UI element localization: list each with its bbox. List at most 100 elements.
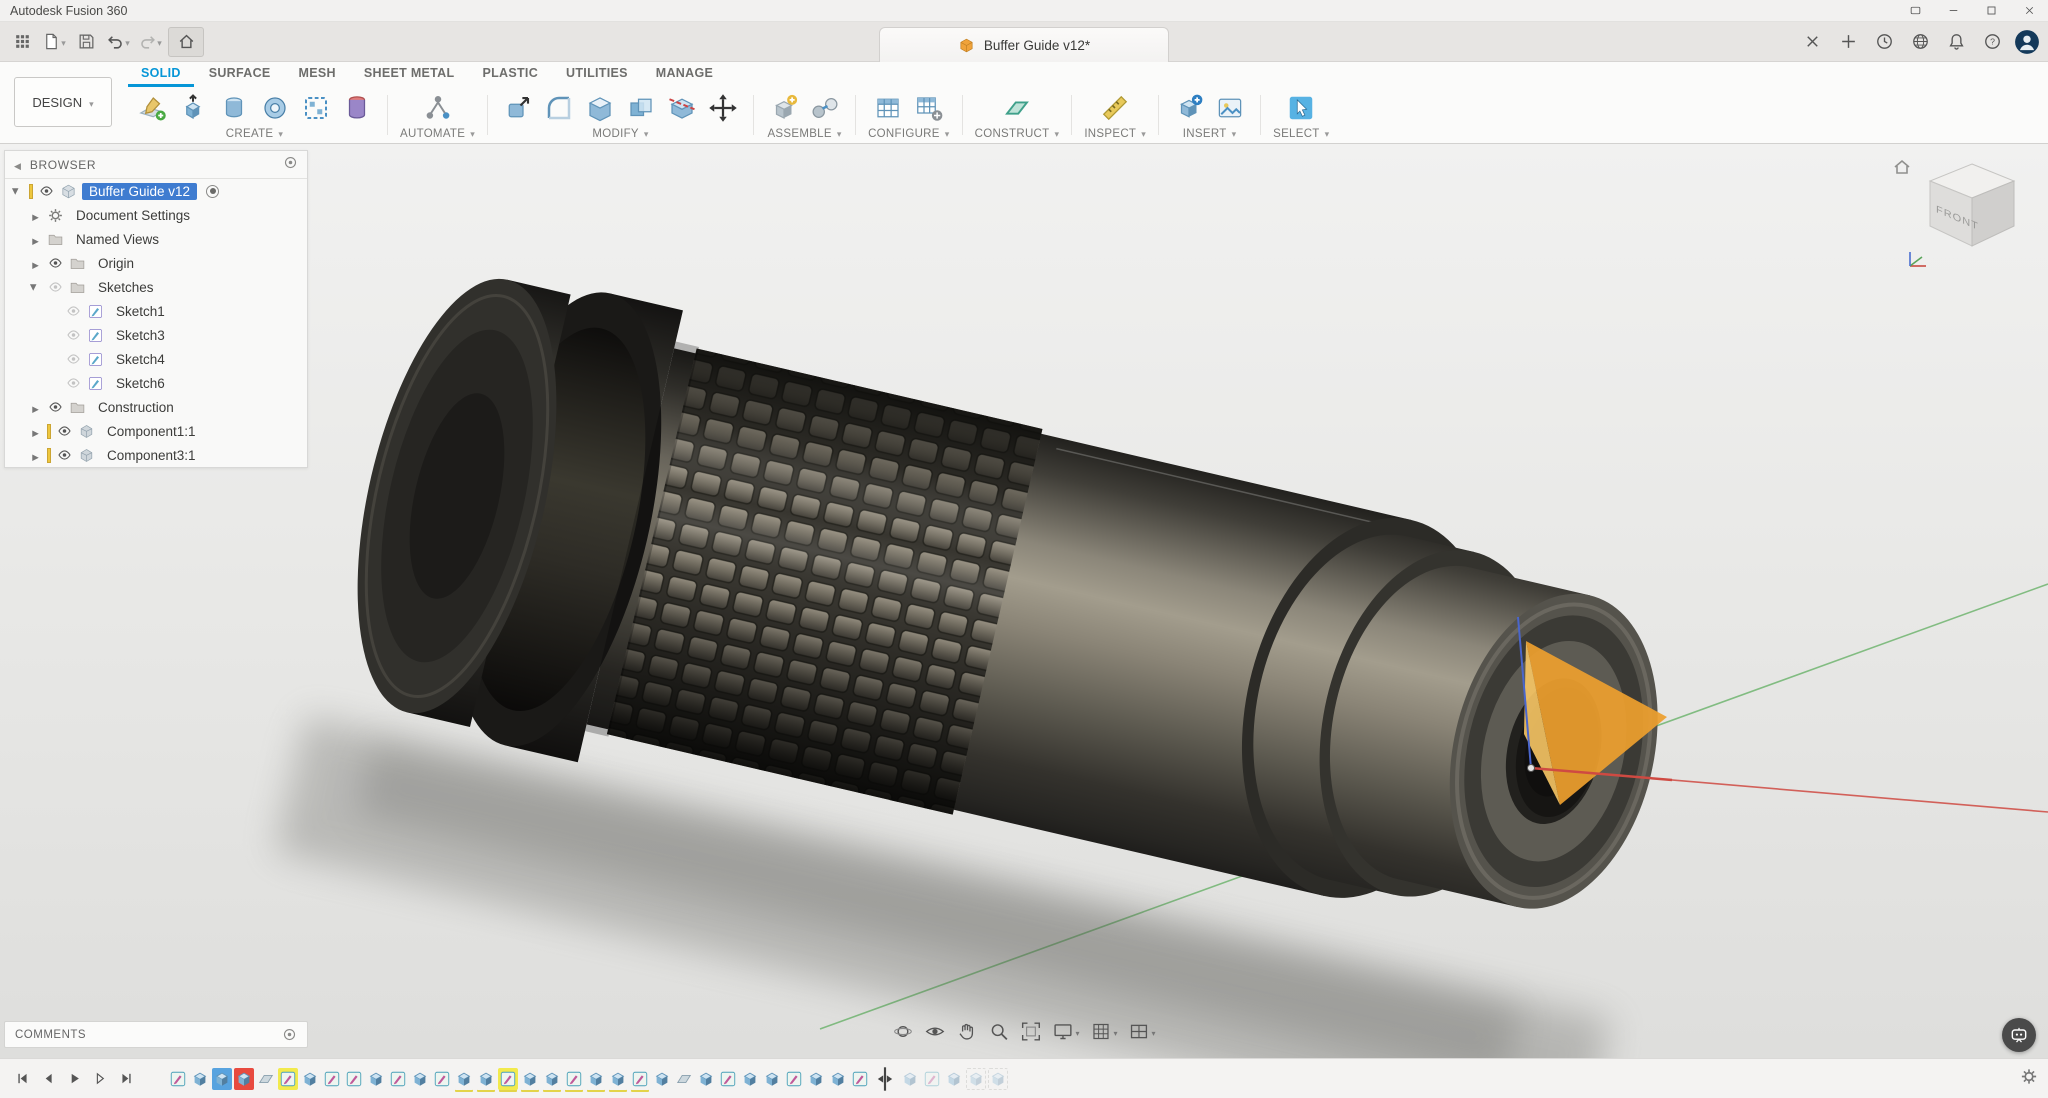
timeline-feature-feature[interactable] <box>476 1068 496 1090</box>
timeline-skip-start-icon[interactable] <box>10 1067 34 1091</box>
collapse-arrow-icon[interactable] <box>28 281 43 294</box>
ribbon-tab-sheet-metal[interactable]: SHEET METAL <box>351 63 468 87</box>
timeline-feature-sketch[interactable] <box>278 1068 298 1090</box>
timeline-position-marker[interactable] <box>875 1063 895 1095</box>
visibility-eye-icon[interactable] <box>65 352 82 366</box>
visibility-eye-icon[interactable] <box>47 280 64 294</box>
new-component-icon[interactable] <box>766 90 802 126</box>
group-label-select[interactable]: SELECT <box>1273 127 1329 140</box>
close-tab-icon[interactable] <box>1798 28 1826 56</box>
browser-item-sketch6[interactable]: Sketch6 <box>5 371 307 395</box>
save-icon[interactable] <box>72 28 100 56</box>
visibility-eye-icon[interactable] <box>47 400 64 414</box>
timeline-play-icon[interactable] <box>62 1067 86 1091</box>
notifications-bell-icon[interactable] <box>1942 28 1970 56</box>
timeline-feature-feature[interactable] <box>740 1068 760 1090</box>
timeline-feature-sketch[interactable] <box>718 1068 738 1090</box>
timeline-feature-plane[interactable] <box>674 1068 694 1090</box>
group-label-construct[interactable]: CONSTRUCT <box>975 127 1060 140</box>
canvas-icon[interactable] <box>1212 90 1248 126</box>
timeline-feature-feature[interactable] <box>520 1068 540 1090</box>
collapse-browser-icon[interactable] <box>14 156 21 174</box>
timeline-feature-sketch[interactable] <box>564 1068 584 1090</box>
timeline-step-forward-icon[interactable] <box>88 1067 112 1091</box>
maximize-icon[interactable] <box>1972 0 2010 21</box>
extrude-icon[interactable] <box>175 90 211 126</box>
expand-arrow-icon[interactable] <box>29 448 42 463</box>
expand-arrow-icon[interactable] <box>29 400 42 415</box>
coil-icon[interactable] <box>339 90 375 126</box>
app-window-icon[interactable] <box>1896 0 1934 21</box>
assistant-button[interactable] <box>2002 1018 2036 1052</box>
timeline-feature-sketch[interactable] <box>922 1068 942 1090</box>
joint-icon[interactable] <box>807 90 843 126</box>
browser-display-options-icon[interactable] <box>283 155 298 175</box>
group-label-configure[interactable]: CONFIGURE <box>868 127 950 140</box>
file-menu-icon[interactable] <box>40 28 68 56</box>
timeline-feature-feature[interactable] <box>300 1068 320 1090</box>
visibility-eye-icon[interactable] <box>38 184 55 198</box>
timeline-feature-sketch[interactable] <box>784 1068 804 1090</box>
timeline-feature-plane[interactable] <box>256 1068 276 1090</box>
model-viewport[interactable]: BROWSER Buffer Guide v12Document Setting… <box>0 144 2048 1058</box>
visibility-eye-icon[interactable] <box>56 448 73 462</box>
timeline-feature-feature[interactable] <box>762 1068 782 1090</box>
visibility-eye-icon[interactable] <box>65 376 82 390</box>
browser-item-sketch4[interactable]: Sketch4 <box>5 347 307 371</box>
home-view-icon[interactable] <box>168 27 204 57</box>
pan-icon[interactable] <box>956 1021 977 1042</box>
look-at-icon[interactable] <box>924 1021 945 1042</box>
document-tab[interactable]: Buffer Guide v12* <box>879 27 1169 62</box>
help-icon[interactable]: ? <box>1978 28 2006 56</box>
viewcube[interactable]: FRONT <box>1930 164 2014 246</box>
expand-arrow-icon[interactable] <box>29 232 42 247</box>
browser-item-sketch3[interactable]: Sketch3 <box>5 323 307 347</box>
timeline-skip-end-icon[interactable] <box>114 1067 138 1091</box>
visibility-eye-icon[interactable] <box>56 424 73 438</box>
group-label-modify[interactable]: MODIFY <box>592 127 648 140</box>
configure-icon[interactable] <box>870 90 906 126</box>
timeline-feature-feature[interactable] <box>542 1068 562 1090</box>
press-pull-icon[interactable] <box>500 90 536 126</box>
group-label-create[interactable]: CREATE <box>226 127 283 140</box>
sweep-icon[interactable] <box>257 90 293 126</box>
minimize-icon[interactable] <box>1934 0 1972 21</box>
grid-settings-icon[interactable] <box>1090 1021 1117 1042</box>
timeline-feature-feature[interactable] <box>410 1068 430 1090</box>
undo-icon[interactable] <box>104 28 132 56</box>
comment-marker-icon[interactable] <box>282 1027 297 1042</box>
group-label-inspect[interactable]: INSPECT <box>1084 127 1146 140</box>
fit-icon[interactable] <box>1020 1021 1041 1042</box>
workspace-selector[interactable]: DESIGN <box>14 77 112 127</box>
timeline-feature-sketch[interactable] <box>388 1068 408 1090</box>
timeline-step-back-icon[interactable] <box>36 1067 60 1091</box>
activate-component-radio[interactable] <box>206 185 219 198</box>
timeline-feature-feature[interactable] <box>234 1068 254 1090</box>
browser-item-sketches[interactable]: Sketches <box>5 275 307 299</box>
pattern-icon[interactable] <box>298 90 334 126</box>
ribbon-tab-mesh[interactable]: MESH <box>286 63 349 87</box>
timeline-feature-sketch[interactable] <box>322 1068 342 1090</box>
visibility-eye-icon[interactable] <box>65 328 82 342</box>
expand-arrow-icon[interactable] <box>29 256 42 271</box>
timeline-feature-feature[interactable] <box>652 1068 672 1090</box>
browser-item-document-settings[interactable]: Document Settings <box>5 203 307 227</box>
combine-icon[interactable] <box>623 90 659 126</box>
zoom-icon[interactable] <box>988 1021 1009 1042</box>
ribbon-tab-plastic[interactable]: PLASTIC <box>469 63 551 87</box>
timeline-feature-sketch[interactable] <box>344 1068 364 1090</box>
ribbon-tab-surface[interactable]: SURFACE <box>196 63 284 87</box>
ribbon-tab-solid[interactable]: SOLID <box>128 63 194 87</box>
timeline-feature-sketch[interactable] <box>168 1068 188 1090</box>
comments-panel[interactable]: COMMENTS <box>4 1021 308 1048</box>
create-sketch-icon[interactable] <box>134 90 170 126</box>
browser-item-construction[interactable]: Construction <box>5 395 307 419</box>
fillet-icon[interactable] <box>541 90 577 126</box>
move-icon[interactable] <box>705 90 741 126</box>
timeline-feature-feature[interactable] <box>366 1068 386 1090</box>
expand-arrow-icon[interactable] <box>29 424 42 439</box>
display-settings-icon[interactable] <box>1052 1021 1079 1042</box>
feature-pivot-point[interactable] <box>1528 765 1535 772</box>
job-status-icon[interactable] <box>1870 28 1898 56</box>
orbit-icon[interactable] <box>892 1021 913 1042</box>
